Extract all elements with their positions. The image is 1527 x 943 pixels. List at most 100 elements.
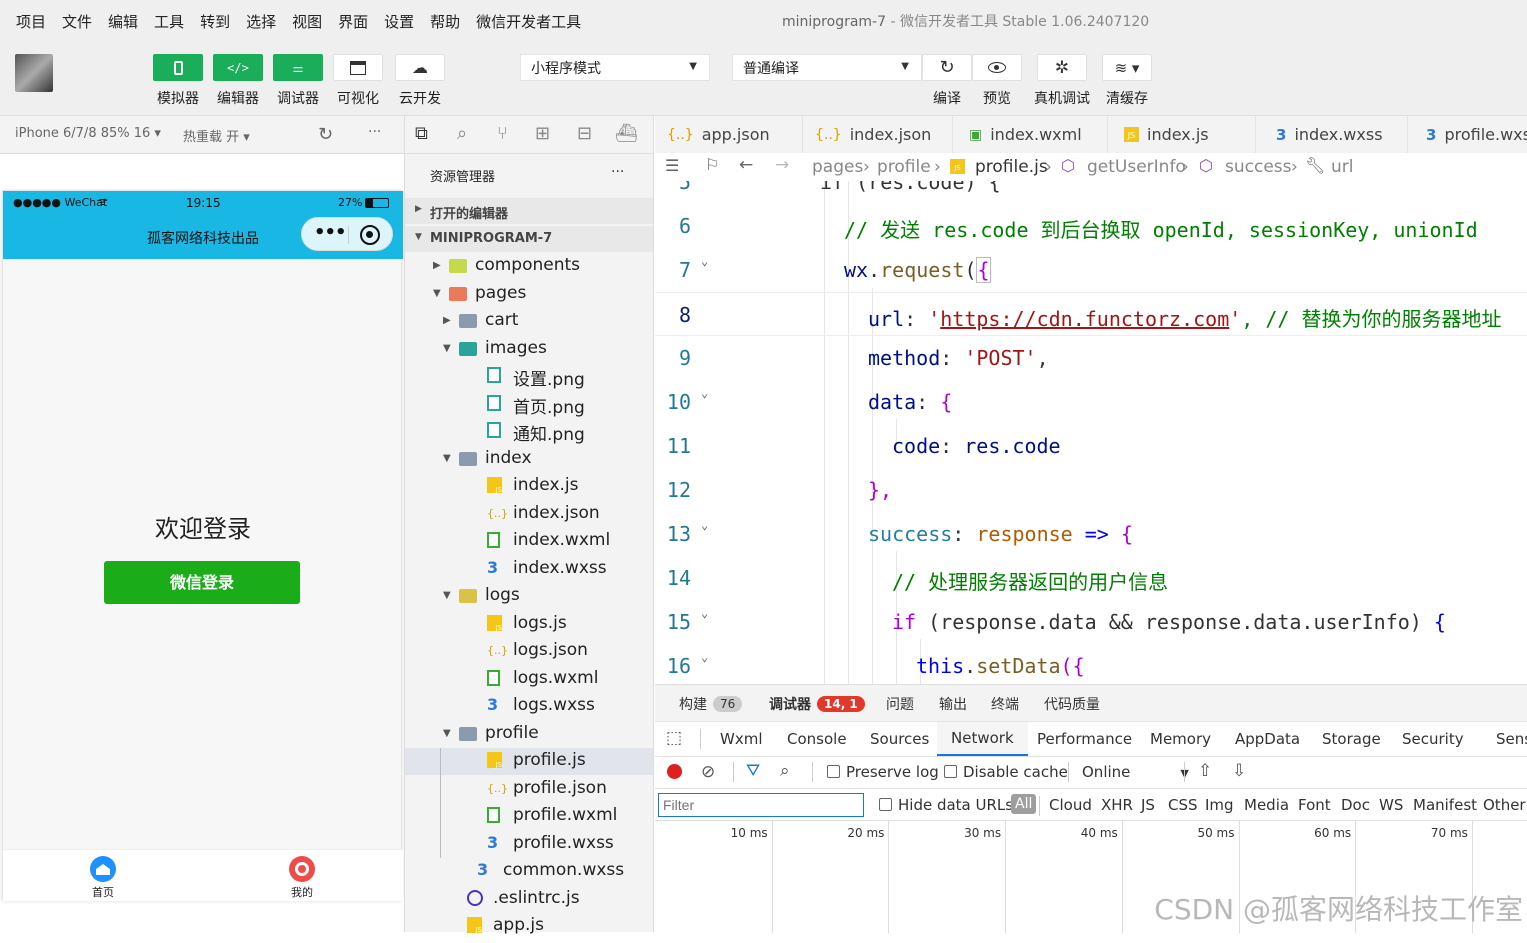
menu-project[interactable]: 项目	[16, 11, 46, 32]
tab-network[interactable]: Network	[937, 722, 1028, 756]
back-arrow-icon[interactable]: ←	[739, 155, 753, 175]
explorer-more-button[interactable]: ···	[611, 164, 624, 180]
search-icon[interactable]: ⌕	[780, 761, 790, 781]
tab-profile-wxss[interactable]: 3 profile.wxs	[1408, 116, 1527, 153]
hot-reload-toggle[interactable]: 热重载 开 ▾	[183, 126, 250, 145]
clear-cache-button[interactable]: ≋ ▾	[1102, 54, 1152, 81]
tree-item[interactable]: profile.wxml	[405, 803, 653, 830]
download-icon[interactable]: ⇩	[1232, 761, 1246, 781]
debugger-button[interactable]: ⚌	[273, 54, 323, 81]
wechat-login-button[interactable]: 微信登录	[104, 561, 300, 604]
device-select[interactable]: iPhone 6/7/8 85% 16 ▾	[15, 126, 161, 141]
open-editors-section[interactable]: ▶ 打开的编辑器	[405, 198, 653, 224]
fold-chevron-icon[interactable]: ⌄	[701, 518, 708, 532]
filter-all[interactable]: All	[1011, 794, 1037, 814]
tree-item[interactable]: ▶ cart	[405, 308, 653, 335]
tree-item[interactable]: ▼ logs	[405, 583, 653, 610]
tab-mine[interactable]: 我的	[277, 856, 327, 900]
fold-chevron-icon[interactable]: ⌄	[701, 254, 708, 268]
filter-font[interactable]: Font	[1298, 796, 1331, 814]
tree-item[interactable]: ▶ components	[405, 253, 653, 280]
tree-item[interactable]: JS logs.js	[405, 611, 653, 638]
mode-select[interactable]: 小程序模式 ▼	[520, 54, 710, 81]
filter-other[interactable]: Other	[1483, 796, 1526, 814]
fold-chevron-icon[interactable]: ⌄	[701, 650, 708, 664]
tree-item[interactable]: 3 logs.wxss	[405, 693, 653, 720]
filter-manifest[interactable]: Manifest	[1413, 796, 1477, 814]
simulator-button[interactable]	[153, 54, 203, 81]
compile-mode-select[interactable]: 普通编译 ▼	[732, 54, 922, 81]
avatar[interactable]	[15, 54, 53, 92]
tab-app-json[interactable]: {..} app.json	[655, 116, 803, 153]
tab-wxml[interactable]: Wxml	[720, 722, 763, 756]
menu-file[interactable]: 文件	[62, 11, 92, 32]
tree-item[interactable]: 3 common.wxss	[405, 858, 653, 885]
breadcrumb-function[interactable]: getUserInfo	[1087, 157, 1186, 177]
tab-output[interactable]: 输出	[939, 685, 967, 722]
tree-item[interactable]: {..} logs.json	[405, 638, 653, 665]
editor-button[interactable]: </>	[213, 54, 263, 81]
hide-data-urls-checkbox[interactable]: Hide data URLs	[879, 796, 1013, 814]
filter-media[interactable]: Media	[1244, 796, 1289, 814]
menu-select[interactable]: 选择	[246, 11, 276, 32]
tree-item[interactable]: 3 index.wxss	[405, 556, 653, 583]
tab-appdata[interactable]: AppData	[1235, 722, 1300, 756]
tree-item[interactable]: JS app.js	[405, 913, 653, 940]
tab-code-quality[interactable]: 代码质量	[1044, 685, 1100, 722]
breadcrumb-file[interactable]: profile.js	[975, 157, 1048, 177]
rotate-icon[interactable]: ↻	[318, 124, 333, 145]
filter-cloud[interactable]: Cloud	[1049, 796, 1092, 814]
capsule-menu[interactable]: •••	[301, 217, 393, 251]
extensions-icon[interactable]: ⊞	[535, 123, 550, 144]
menu-help[interactable]: 帮助	[430, 11, 460, 32]
tab-debugger[interactable]: 调试器 14, 1	[769, 685, 865, 722]
tab-index-wxss[interactable]: 3 index.wxss	[1256, 116, 1408, 153]
tab-sensors[interactable]: Sens	[1496, 722, 1527, 756]
menu-settings[interactable]: 设置	[384, 11, 414, 32]
more-dots-icon[interactable]: •••	[314, 222, 347, 243]
tree-item[interactable]: 通知.png	[405, 418, 653, 445]
tree-item[interactable]: {..} index.json	[405, 501, 653, 528]
throttle-select[interactable]: Online▼	[1082, 763, 1189, 781]
preview-button[interactable]	[972, 54, 1022, 81]
tab-home[interactable]: 首页	[78, 856, 128, 900]
tab-build[interactable]: 构建 76	[679, 685, 743, 722]
inspect-icon[interactable]: ⬚	[666, 728, 682, 748]
remote-debug-button[interactable]: ✲	[1037, 54, 1087, 81]
breadcrumb-success[interactable]: success	[1225, 157, 1292, 177]
breadcrumb-profile[interactable]: profile	[877, 157, 931, 177]
tree-item[interactable]: 3 profile.wxss	[405, 831, 653, 858]
tab-console[interactable]: Console	[787, 722, 847, 756]
tab-terminal[interactable]: 终端	[991, 685, 1019, 722]
fold-chevron-icon[interactable]: ⌄	[701, 606, 708, 620]
record-icon[interactable]	[667, 764, 682, 779]
filter-ws[interactable]: WS	[1379, 796, 1403, 814]
menu-edit[interactable]: 编辑	[108, 11, 138, 32]
tree-item[interactable]: JS profile.js	[405, 748, 653, 775]
close-target-icon[interactable]	[360, 225, 380, 245]
visual-button[interactable]	[333, 54, 383, 81]
tree-item[interactable]: .eslintrc.js	[405, 886, 653, 913]
tree-item[interactable]: ▼ index	[405, 446, 653, 473]
tab-performance[interactable]: Performance	[1037, 722, 1132, 756]
tab-index-js[interactable]: JS index.js	[1108, 116, 1256, 153]
tab-sources[interactable]: Sources	[870, 722, 929, 756]
tab-issues[interactable]: 问题	[886, 685, 914, 722]
tree-item[interactable]: {..} profile.json	[405, 776, 653, 803]
filter-doc[interactable]: Doc	[1341, 796, 1370, 814]
sim-more-button[interactable]: ···	[368, 124, 381, 140]
menu-goto[interactable]: 转到	[200, 11, 230, 32]
tab-index-wxml[interactable]: ▣ index.wxml	[953, 116, 1108, 153]
project-section[interactable]: ▼ MINIPROGRAM-7	[405, 226, 653, 252]
storage-icon[interactable]: ⊟	[577, 123, 592, 144]
compile-button[interactable]: ↻	[922, 54, 972, 81]
tree-item[interactable]: 设置.png	[405, 363, 653, 390]
files-icon[interactable]: ⧉	[415, 123, 428, 144]
fold-chevron-icon[interactable]: ⌄	[701, 386, 708, 400]
forward-arrow-icon[interactable]: →	[775, 155, 789, 175]
preserve-log-checkbox[interactable]: Preserve log	[827, 763, 939, 781]
filter-input[interactable]	[658, 793, 864, 817]
filter-js[interactable]: JS	[1141, 796, 1155, 814]
search-icon[interactable]: ⌕	[457, 123, 467, 144]
filter-xhr[interactable]: XHR	[1101, 796, 1133, 814]
